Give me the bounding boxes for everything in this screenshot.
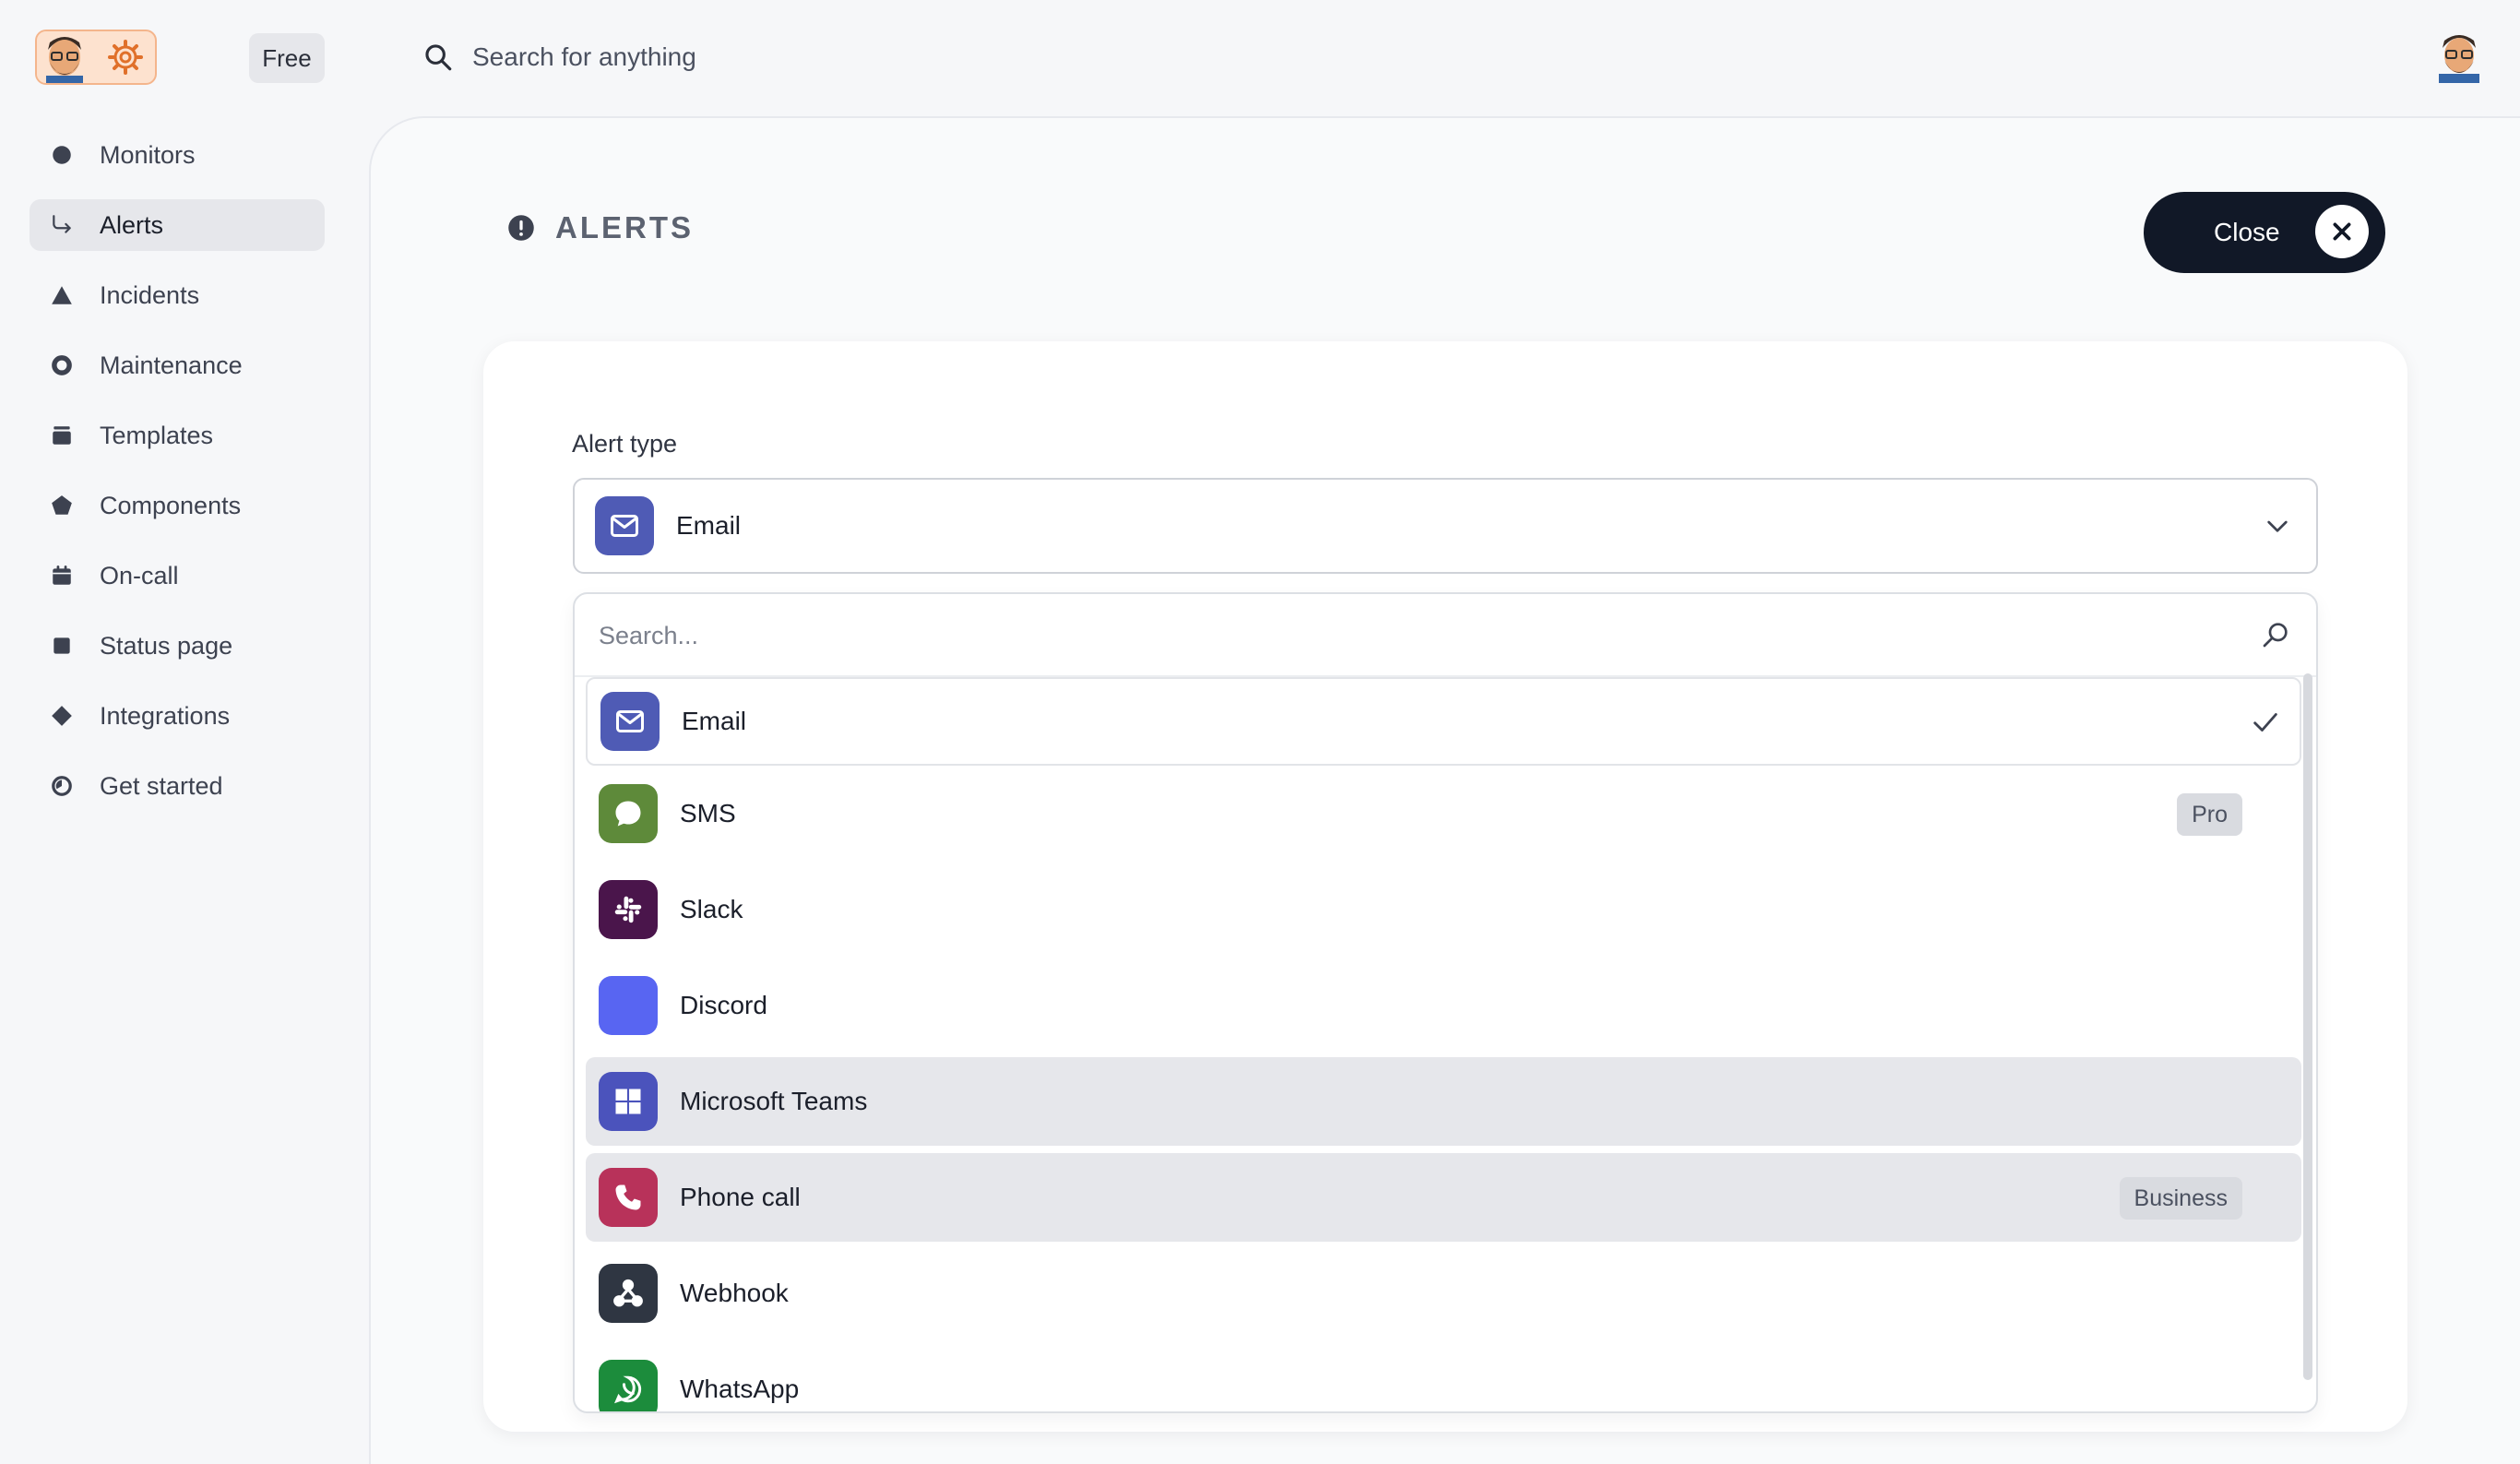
option-phone-call[interactable]: Phone call Business — [586, 1153, 2301, 1242]
dropdown-search — [575, 594, 2316, 677]
alert-type-dropdown: Email SMS Pro Slack Discord Microsoft Te… — [573, 592, 2318, 1413]
sidebar-item-monitors[interactable]: Monitors — [30, 129, 325, 181]
option-label: Discord — [680, 991, 767, 1019]
circle-icon — [53, 146, 71, 164]
option-label: Webhook — [680, 1279, 789, 1307]
plan-badge[interactable]: Free — [249, 33, 325, 83]
sidebar-item-get-started[interactable]: Get started — [30, 760, 325, 812]
sidebar-item-label: Incidents — [100, 280, 200, 309]
page-title: ALERTS — [507, 210, 694, 245]
option-webhook[interactable]: Webhook — [586, 1249, 2301, 1338]
app-logo[interactable] — [35, 30, 157, 85]
sidebar-item-label: Templates — [100, 421, 214, 449]
diamond-icon — [52, 706, 72, 726]
whatsapp-icon — [599, 1360, 658, 1411]
chevron-down-icon — [2267, 520, 2288, 532]
sidebar-item-templates[interactable]: Templates — [30, 410, 325, 461]
tier-badge-business: Business — [2119, 1177, 2242, 1220]
close-button-label: Close — [2214, 218, 2280, 246]
sidebar-item-label: On-call — [100, 561, 179, 589]
email-icon — [595, 496, 654, 555]
sidebar-item-components[interactable]: Components — [30, 480, 325, 531]
global-search[interactable]: Search for anything — [422, 33, 1068, 81]
option-slack[interactable]: Slack — [586, 865, 2301, 954]
stack-icon — [53, 426, 71, 445]
alert-icon — [508, 215, 534, 241]
square-icon — [53, 637, 70, 654]
alert-type-value: Email — [676, 511, 742, 540]
checkmark-icon — [2253, 713, 2277, 732]
calendar-icon — [53, 565, 71, 585]
option-label: Slack — [680, 895, 743, 923]
sidebar-item-on-call[interactable]: On-call — [30, 550, 325, 601]
option-microsoft-teams[interactable]: Microsoft Teams — [586, 1057, 2301, 1146]
option-sms[interactable]: SMS Pro — [586, 769, 2301, 858]
close-button[interactable]: Close — [2144, 192, 2385, 273]
sidebar-item-label: Components — [100, 491, 242, 519]
sidebar-item-label: Integrations — [100, 701, 231, 730]
search-icon — [2263, 623, 2288, 648]
discord-icon — [599, 976, 658, 1035]
email-icon — [600, 692, 660, 751]
sidebar-item-status-page[interactable]: Status page — [30, 620, 325, 672]
sidebar-item-label: Get started — [100, 771, 223, 800]
ring-icon — [52, 355, 72, 375]
option-email[interactable]: Email — [586, 677, 2301, 766]
option-discord[interactable]: Discord — [586, 961, 2301, 1050]
tier-badge-pro: Pro — [2177, 793, 2242, 836]
sidebar-item-label: Monitors — [100, 140, 196, 169]
alert-type-label: Alert type — [572, 430, 678, 458]
user-avatar[interactable] — [2431, 28, 2487, 83]
chat-bubble-icon — [599, 784, 658, 843]
option-label: Microsoft Teams — [680, 1087, 868, 1115]
search-icon — [425, 44, 452, 71]
option-whatsapp[interactable]: WhatsApp — [586, 1345, 2301, 1411]
triangle-icon — [52, 286, 72, 304]
pentagon-icon — [52, 495, 72, 515]
gear-icon — [108, 40, 143, 75]
sidebar-item-label: Status page — [100, 631, 233, 660]
sidebar-item-label: Maintenance — [100, 351, 243, 379]
sidebar: Monitors Alerts Incidents Maintenance Te… — [30, 129, 325, 830]
sidebar-item-alerts[interactable]: Alerts — [30, 199, 325, 251]
alert-type-select[interactable]: Email — [573, 478, 2318, 574]
page-title-text: ALERTS — [555, 210, 694, 244]
option-label: Phone call — [680, 1183, 801, 1211]
clock-icon — [52, 776, 72, 796]
close-icon — [2333, 222, 2351, 241]
webhook-icon — [599, 1264, 658, 1323]
arrow-return-icon — [53, 215, 71, 233]
dropdown-scrollbar[interactable] — [2303, 673, 2312, 1380]
dropdown-search-input[interactable] — [597, 613, 2169, 659]
slack-icon — [599, 880, 658, 939]
avatar-face-icon — [37, 31, 92, 83]
sidebar-item-maintenance[interactable]: Maintenance — [30, 339, 325, 391]
option-label: WhatsApp — [680, 1375, 800, 1403]
option-label: Email — [682, 707, 747, 735]
sidebar-item-label: Alerts — [100, 210, 164, 239]
option-label: SMS — [680, 799, 736, 827]
grid-icon — [599, 1072, 658, 1131]
global-search-placeholder: Search for anything — [472, 42, 696, 71]
sidebar-item-incidents[interactable]: Incidents — [30, 269, 325, 321]
sidebar-item-integrations[interactable]: Integrations — [30, 690, 325, 742]
close-circle — [2315, 205, 2369, 258]
phone-icon — [599, 1168, 658, 1227]
